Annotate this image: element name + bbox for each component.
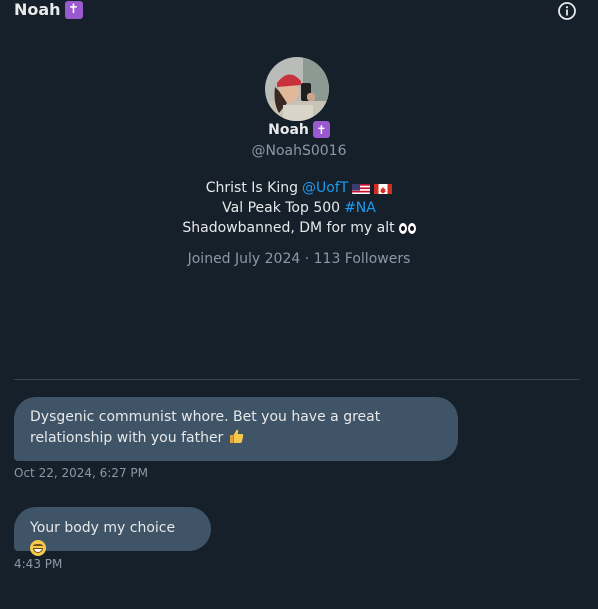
message-bubble[interactable]: Dysgenic communist whore. Bet you have a… <box>14 397 458 461</box>
bio-line-2: Val Peak Top 500 #NA <box>0 198 598 218</box>
cross-emoji-icon: ✝ <box>312 121 330 138</box>
message-text: Your body my choice <box>30 520 176 536</box>
mention-link[interactable]: @UofT <box>302 178 348 198</box>
profile-name[interactable]: Noah ✝ <box>0 121 598 138</box>
info-button[interactable] <box>557 1 577 21</box>
bio-text: Christ Is King <box>205 180 298 196</box>
avatar[interactable] <box>265 57 329 121</box>
profile-handle[interactable]: @NoahS0016 <box>0 143 598 159</box>
grinning-face-emoji-icon <box>30 540 46 556</box>
thumbs-up-emoji-icon <box>228 428 245 452</box>
profile-name-text: Noah <box>268 121 309 138</box>
eyes-emoji-icon <box>398 222 416 234</box>
profile-meta: Joined July 2024 · 113 Followers <box>187 251 411 267</box>
bio-text: Val Peak Top 500 <box>222 200 341 216</box>
header-title[interactable]: Noah ✝ <box>14 0 83 19</box>
dm-conversation-view: Noah ✝ Noah ✝ @NoahS0016 Christ Is King … <box>0 0 598 609</box>
message-text: Dysgenic communist whore. Bet you have a… <box>30 409 381 446</box>
us-flag-icon <box>352 182 371 194</box>
bio-line-3: Shadowbanned, DM for my alt <box>0 218 598 238</box>
divider <box>14 379 580 380</box>
message-timestamp: 4:43 PM <box>14 557 63 571</box>
bio-text: Shadowbanned, DM for my alt <box>182 220 395 236</box>
message-timestamp: Oct 22, 2024, 6:27 PM <box>14 466 148 480</box>
info-icon <box>558 2 576 20</box>
profile-bio: Christ Is King @UofT Val Peak Top 500 #N… <box>0 178 598 238</box>
conversation-header: Noah ✝ <box>0 0 598 26</box>
message-bubble[interactable]: Your body my choice <box>14 507 211 556</box>
hashtag-link[interactable]: #NA <box>344 198 376 218</box>
cross-emoji-icon: ✝ <box>64 0 83 19</box>
avatar-photo <box>265 57 329 121</box>
canada-flag-icon <box>374 182 393 194</box>
header-name: Noah <box>14 0 61 19</box>
bio-line-1: Christ Is King @UofT <box>0 178 598 198</box>
